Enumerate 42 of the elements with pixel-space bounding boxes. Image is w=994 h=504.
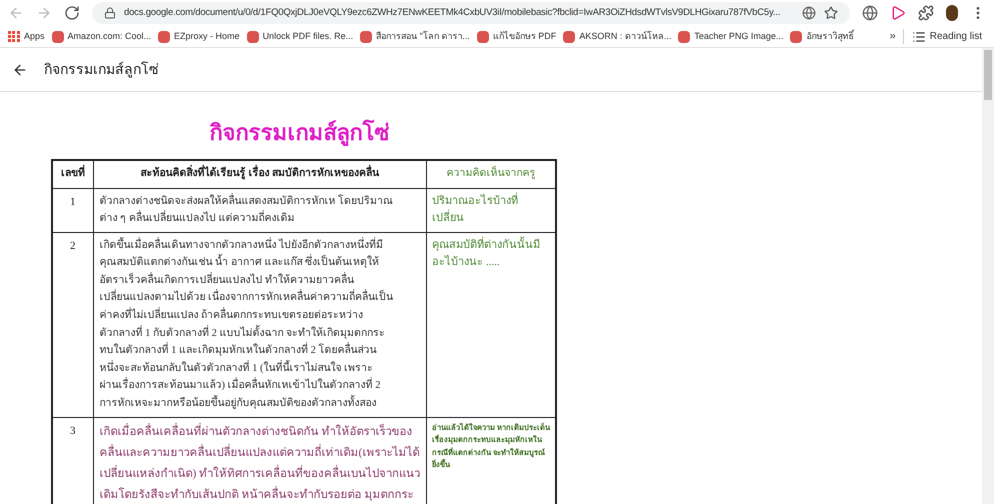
play-icon[interactable] <box>890 5 906 21</box>
bookmark-link[interactable]: Teacher PNG Image... <box>678 30 784 44</box>
document-heading: กิจกรรมเกมส์ลูกโซ่ <box>210 118 390 148</box>
bookmark-icon <box>158 30 170 42</box>
row-number: 2 <box>52 232 93 418</box>
bookmark-link[interactable]: แก้ไขอักษร PDF <box>476 30 556 44</box>
bookmark-link[interactable]: Apps <box>8 30 45 44</box>
bookmark-link[interactable]: สือการสอน "โลก ดารา... <box>360 30 470 44</box>
teacher-comment: คุณสมบัติที่ต่างกันนั้นมี อะไบ้างนะ ..... <box>432 236 542 270</box>
bookmark-icon <box>790 30 802 42</box>
bookmark-link[interactable]: AKSORN : ดาวน์โหล... <box>563 30 672 44</box>
teacher-comment: ปริมาณอะไรบ้างที่ เปลี่ยน <box>432 192 520 226</box>
reload-icon[interactable] <box>64 5 80 21</box>
bookmark-icon <box>246 30 259 42</box>
bookmark-icon <box>360 30 372 42</box>
scrollbar[interactable] <box>982 48 994 504</box>
column-header: เลขที่ <box>52 160 93 188</box>
bookmark-link[interactable]: EZproxy - Home <box>158 30 240 44</box>
back-icon[interactable] <box>12 62 28 78</box>
bookmark-icon <box>678 30 690 42</box>
profile-avatar[interactable] <box>946 5 958 21</box>
bookmark-icon <box>52 30 64 42</box>
doc-title: กิจกรรมเกมส์ลูกโซ่ <box>44 60 159 80</box>
bookmark-link[interactable]: อักษราวิสุทธิ์ <box>790 30 854 44</box>
reflection-text: ตัวกลางต่างชนิดจะส่งผลให้คลื่นแสดงสมบัติการหักเห โดยปริมาณ ต่าง ๆ คลื่นเปลี่ยนแปลงไป แต่ความถี่คงเดิม <box>100 192 420 228</box>
reflection-text: เกิดขึ้นเมื่อคลื่นเดินทางจากตัวกลางหนึ่ง ไปยังอีกตัวกลางหนึ่งที่มี คุณสมบัติแตกต่างกันเช่น น้ำ อากาศ และแก๊ส ซึ่งเป็นต้นเหตุให้ อัตราเร็วคลื่นเกิดการเปลี่ยนแปลงไป ทำให้ความยาวคลื่น เปลี่ยนแปลงตามไปด้วย เนื่องจากการหักเหคลื่นค่าความถี่คลื่นเป็น ค่าคงที่ไม่เปลี่ยนแปลง ถ้าคลื่นตกกระทบเขตรอยต่อระหว่าง ตัวกลางที่ 1 กับตัวกลางที่ 2 แบบไม่ตั้งฉาก จะทำให้เกิดมุมตกกระ ทบในตัวกลางที่ 1 และเกิดมุมหักเหในตัวกลางที่ 2 โดยคลื่นส่วน หนึ่งจะสะท้อนกลับในตัวตัวกลางที่ 1 (ในที่นี้เราไม่สนใจ เพราะ ผ่านเรื่องการสะท้อนมาแล้ว) เมื่อคลื่นหักเหเข้าไปในตัวกลางที่ 2 การหักเหจะมากหรือน้อยขึ้นอยู่กับคุณสมบัติของตัวกลางทั้งสอง <box>100 236 420 413</box>
bookmark-icon <box>563 30 576 42</box>
row-number: 1 <box>52 188 93 232</box>
bookmark-icon <box>476 30 489 42</box>
column-header: สะท้อนคิดสิ่งที่ได้เรียนรู้ เรื่อง สมบัติการหักเหของคลื่น <box>93 160 427 188</box>
lock-icon <box>104 7 116 19</box>
scrollbar-thumb[interactable] <box>984 50 992 100</box>
bookmark-link[interactable]: Unlock PDF files. Re... <box>246 30 354 44</box>
bookmark-link[interactable]: Amazon.com: Cool... <box>52 30 152 44</box>
puzzle-icon[interactable] <box>918 5 934 21</box>
list-icon <box>912 30 926 44</box>
reading-list-link[interactable]: Reading list <box>902 29 982 44</box>
reflection-text: เกิดเมื่อคลื่นเคลื่อนที่ผ่านตัวกลางต่างชนิดกัน ทำให้อัตราเร็วของ คลื่นและความยาวคลื่นเปลี่ยนแปลงแต่ความถี่เท่าเดิม(เพราะไม่ได้ เปลี่ยนแหล่งกำเนิด) ทำให้ทิศการเคลื่อนที่ของคลื่นเบนไปจากแนว เดิมโดยรังสีจะทำกับเส้นปกติ หน้าคลื่นจะทำกับรอยต่อ มุมตกกระ <box>100 422 420 504</box>
star-icon[interactable] <box>824 6 838 20</box>
address-bar[interactable]: docs.google.com/document/u/0/d/1FQ0QxjDLJ0eVQLY9ezc6ZWHz7ENwKEETMk4CxbUV3iI/mobilebasic?fbclid=IwAR3OiZHdsdWTvlsV9DLHGixaru787fVbC5y... <box>92 2 850 24</box>
overflow-chevron[interactable]: » <box>890 28 896 45</box>
url-text: docs.google.com/document/u/0/d/1FQ0QxjDLJ0eVQLY9ezc6ZWHz7ENwKEETMk4CxbUV3iI/mobilebasic?fbclid=IwAR3OiZHdsdWTvlsV9DLHGixaru787fVbC5y... <box>124 6 780 20</box>
